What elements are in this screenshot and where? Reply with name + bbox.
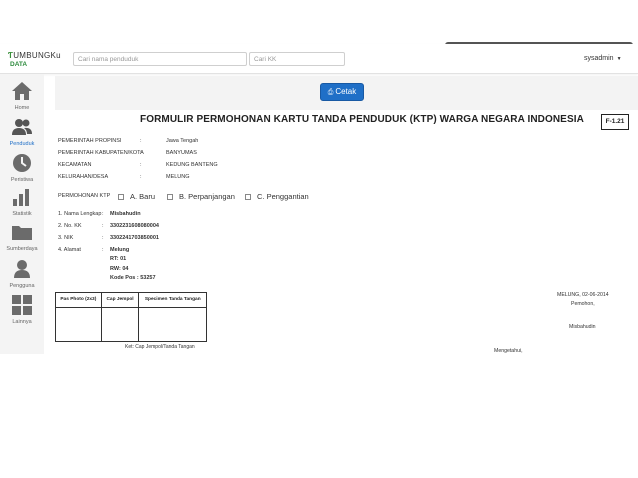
search-kk-input[interactable]	[249, 52, 345, 66]
sidebar-item-penduduk[interactable]: Penduduk	[0, 114, 44, 150]
printer-icon: ⎙	[327, 89, 334, 96]
logo-subtext: DATA	[10, 61, 28, 68]
photo-note: Ket: Cap Jempol/Tanda Tangan	[125, 344, 195, 350]
ktp-option-label: A. Baru	[130, 192, 156, 201]
sidebar: Home Penduduk Peristiwa Statistik Sumber…	[0, 74, 44, 354]
field-label: 1. Nama Lengkap	[58, 211, 102, 217]
region-label: PEMERINTAH PROPINSI	[58, 138, 122, 144]
separator: :	[140, 174, 142, 180]
folder-icon	[12, 226, 32, 240]
field-value: 3302241703850001	[110, 235, 159, 241]
search-resident-input[interactable]	[73, 52, 247, 66]
table-header: Pas Photo (2x3)	[55, 292, 102, 308]
sidebar-item-home[interactable]: Home	[0, 78, 44, 114]
print-button[interactable]: ⎙ Cetak	[320, 83, 364, 101]
separator: :	[102, 247, 104, 253]
sidebar-item-label: Peristiwa	[10, 177, 34, 183]
address-rw: RW: 04	[110, 266, 129, 272]
sidebar-item-statistik[interactable]: Statistik	[0, 184, 44, 220]
ktp-request-label: PERMOHONAN KTP	[58, 193, 111, 199]
ktp-option-penggantian[interactable]: C. Penggantian	[245, 192, 309, 201]
user-icon	[14, 260, 30, 278]
user-name: sysadmin	[584, 55, 614, 62]
separator: :	[140, 150, 142, 156]
field-value: Melung	[110, 247, 130, 253]
grid-icon	[12, 295, 32, 315]
user-menu[interactable]: sysadmin ▼	[584, 55, 622, 62]
applicant-label: Pemohon,	[571, 301, 595, 307]
sidebar-item-peristiwa[interactable]: Peristiwa	[0, 150, 44, 186]
field-label: 2. No. KK	[58, 223, 82, 229]
field-label: 4. Alamat	[58, 247, 81, 253]
sidebar-item-label: Lainnya	[12, 319, 32, 325]
address-rt: RT: 01	[110, 256, 127, 262]
sidebar-item-label: Penduduk	[9, 141, 35, 147]
sidebar-item-lainnya[interactable]: Lainnya	[0, 292, 44, 328]
app-logo[interactable]: ƬUMBUNGKu DATA	[8, 50, 68, 70]
approval-label: Mengetahui,	[494, 348, 523, 354]
sidebar-item-sumberdaya[interactable]: Sumberdaya	[0, 219, 44, 255]
clock-icon	[13, 154, 31, 172]
print-button-label: Cetak	[335, 87, 357, 96]
place-date: MELUNG, 02-06-2014	[557, 292, 609, 298]
ktp-option-label: B. Perpanjangan	[179, 192, 235, 201]
sidebar-item-label: Pengguna	[9, 283, 35, 289]
ktp-option-perpanjangan[interactable]: B. Perpanjangan	[167, 192, 235, 201]
form-title: FORMULIR PERMOHONAN KARTU TANDA PENDUDUK…	[140, 114, 584, 125]
address-postcode: Kode Pos : 53257	[110, 275, 156, 281]
sidebar-item-pengguna[interactable]: Pengguna	[0, 256, 44, 292]
region-value: Jawa Tengah	[166, 138, 199, 144]
photo-cell	[55, 307, 102, 342]
sidebar-item-label: Sumberdaya	[6, 246, 38, 252]
region-label: PEMERINTAH KABUPATEN/KOTA	[58, 150, 144, 156]
field-label: 3. NIK	[58, 235, 74, 241]
signature-cell	[138, 307, 207, 342]
field-value: Misbahudin	[110, 211, 141, 217]
ktp-option-label: C. Penggantian	[257, 192, 309, 201]
caret-down-icon: ▼	[616, 56, 622, 62]
sidebar-item-label: Statistik	[12, 211, 32, 217]
region-value: KEDUNG BANTENG	[166, 162, 218, 168]
field-value: 3302231608080004	[110, 223, 159, 229]
region-value: MELUNG	[166, 174, 190, 180]
separator: :	[140, 138, 142, 144]
thumbprint-cell	[100, 307, 140, 342]
applicant-name: Misbahudin	[569, 324, 596, 330]
photo-signature-table: Pas Photo (2x3) Cap Jempol Specimen Tand…	[55, 292, 207, 342]
region-label: KECAMATAN	[58, 162, 92, 168]
form-code: F-1.21	[601, 114, 629, 130]
separator: :	[102, 235, 104, 241]
top-bar: ƬUMBUNGKu DATA sysadmin▼	[0, 44, 638, 74]
users-icon	[12, 119, 32, 135]
separator: :	[102, 223, 104, 229]
checkbox[interactable]	[167, 193, 173, 200]
ktp-option-baru[interactable]: A. Baru	[118, 192, 155, 201]
checkbox[interactable]	[118, 193, 124, 200]
separator: :	[102, 211, 104, 217]
checkbox[interactable]	[245, 193, 251, 200]
table-header: Cap Jempol	[100, 292, 140, 308]
logo-text: UMBUNGKu	[13, 51, 61, 60]
sidebar-item-label: Home	[14, 105, 30, 111]
bar-chart-icon	[13, 189, 29, 206]
separator: :	[140, 162, 142, 168]
region-value: BANYUMAS	[166, 150, 197, 156]
region-label: KELURAHAN/DESA	[58, 174, 109, 180]
home-icon	[12, 82, 32, 100]
table-header: Specimen Tanda Tangan	[138, 292, 207, 308]
